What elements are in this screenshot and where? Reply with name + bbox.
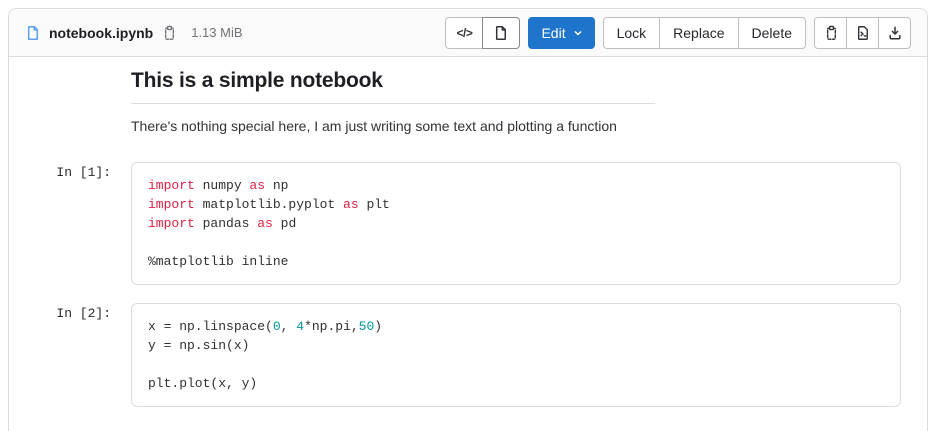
file-document-icon bbox=[25, 25, 41, 41]
code-line: import numpy as np bbox=[148, 176, 884, 195]
code-line bbox=[148, 233, 884, 252]
code-token: as bbox=[343, 197, 359, 212]
code-token: as bbox=[249, 178, 265, 193]
code-cell-row: In [1]:import numpy as npimport matplotl… bbox=[9, 162, 927, 285]
cell-prompt: In [1]: bbox=[9, 162, 131, 180]
display-source-button[interactable]: </> bbox=[445, 17, 483, 49]
code-token: numpy bbox=[195, 178, 250, 193]
code-token: 4 bbox=[296, 319, 304, 334]
code-line: plt.plot(x, y) bbox=[148, 374, 884, 393]
delete-button[interactable]: Delete bbox=[738, 17, 806, 49]
source-code-icon: </> bbox=[457, 26, 473, 40]
copy-to-clipboard-icon[interactable] bbox=[161, 25, 177, 41]
code-token: ) bbox=[374, 319, 382, 334]
copy-file-contents-icon bbox=[823, 25, 839, 41]
code-cell: x = np.linspace(0, 4*np.pi,50) y = np.sin… bbox=[131, 303, 901, 407]
code-line: y = np.sin(x) bbox=[148, 336, 884, 355]
code-token: %matplotlib inline bbox=[148, 254, 288, 269]
cell-prompt: In [2]: bbox=[9, 303, 131, 321]
code-token: np bbox=[265, 178, 288, 193]
notebook-content: This is a simple notebook There's nothin… bbox=[9, 57, 927, 431]
code-line: import matplotlib.pyplot as plt bbox=[148, 195, 884, 214]
code-token: import bbox=[148, 197, 195, 212]
code-token: pd bbox=[273, 216, 296, 231]
code-token: 50 bbox=[359, 319, 375, 334]
edit-button-label: Edit bbox=[541, 25, 565, 41]
open-raw-button[interactable] bbox=[846, 17, 879, 49]
code-line: %matplotlib inline bbox=[148, 252, 884, 271]
code-token: import bbox=[148, 216, 195, 231]
open-raw-icon bbox=[855, 25, 871, 41]
code-token: plt bbox=[359, 197, 390, 212]
code-token: y = np.sin(x) bbox=[148, 338, 249, 353]
display-rendered-button[interactable] bbox=[482, 17, 520, 49]
file-action-group: Lock Replace Delete bbox=[603, 17, 806, 49]
code-token: pandas bbox=[195, 216, 257, 231]
code-token: as bbox=[257, 216, 273, 231]
code-token: plt.plot(x, y) bbox=[148, 376, 257, 391]
file-actions: </> Edit bbox=[445, 17, 911, 49]
code-token: import bbox=[148, 178, 195, 193]
code-token: x = np.linspace( bbox=[148, 319, 273, 334]
code-token: matplotlib.pyplot bbox=[195, 197, 343, 212]
copy-file-contents-button[interactable] bbox=[814, 17, 847, 49]
chevron-down-icon bbox=[572, 27, 584, 39]
code-cell: import numpy as npimport matplotlib.pypl… bbox=[131, 162, 901, 285]
code-cells: In [1]:import numpy as npimport matplotl… bbox=[9, 162, 927, 407]
lock-button[interactable]: Lock bbox=[603, 17, 661, 49]
code-line: import pandas as pd bbox=[148, 214, 884, 233]
replace-button[interactable]: Replace bbox=[659, 17, 738, 49]
markdown-cell: This is a simple notebook There's nothin… bbox=[131, 69, 655, 136]
download-icon bbox=[887, 25, 903, 41]
viewer-toggle-group: </> bbox=[445, 17, 520, 49]
notebook-paragraph: There's nothing special here, I am just … bbox=[131, 116, 655, 136]
file-header: notebook.ipynb 1.13 MiB </> bbox=[9, 9, 927, 57]
code-cell-row: In [2]: x = np.linspace(0, 4*np.pi,50) y =… bbox=[9, 303, 927, 407]
file-viewer: notebook.ipynb 1.13 MiB </> bbox=[8, 8, 928, 431]
code-token: , bbox=[281, 319, 297, 334]
file-name: notebook.ipynb bbox=[49, 25, 153, 41]
code-line: x = np.linspace(0, 4*np.pi,50) bbox=[148, 317, 884, 336]
rendered-file-icon bbox=[493, 25, 509, 41]
code-line bbox=[148, 355, 884, 374]
notebook-title: This is a simple notebook bbox=[131, 69, 655, 104]
edit-dropdown-button[interactable]: Edit bbox=[528, 17, 594, 49]
code-token: *np.pi, bbox=[304, 319, 359, 334]
utility-icon-group bbox=[814, 17, 911, 49]
file-size: 1.13 MiB bbox=[191, 25, 242, 40]
file-info: notebook.ipynb 1.13 MiB bbox=[25, 25, 243, 41]
code-token: 0 bbox=[273, 319, 281, 334]
download-button[interactable] bbox=[878, 17, 911, 49]
